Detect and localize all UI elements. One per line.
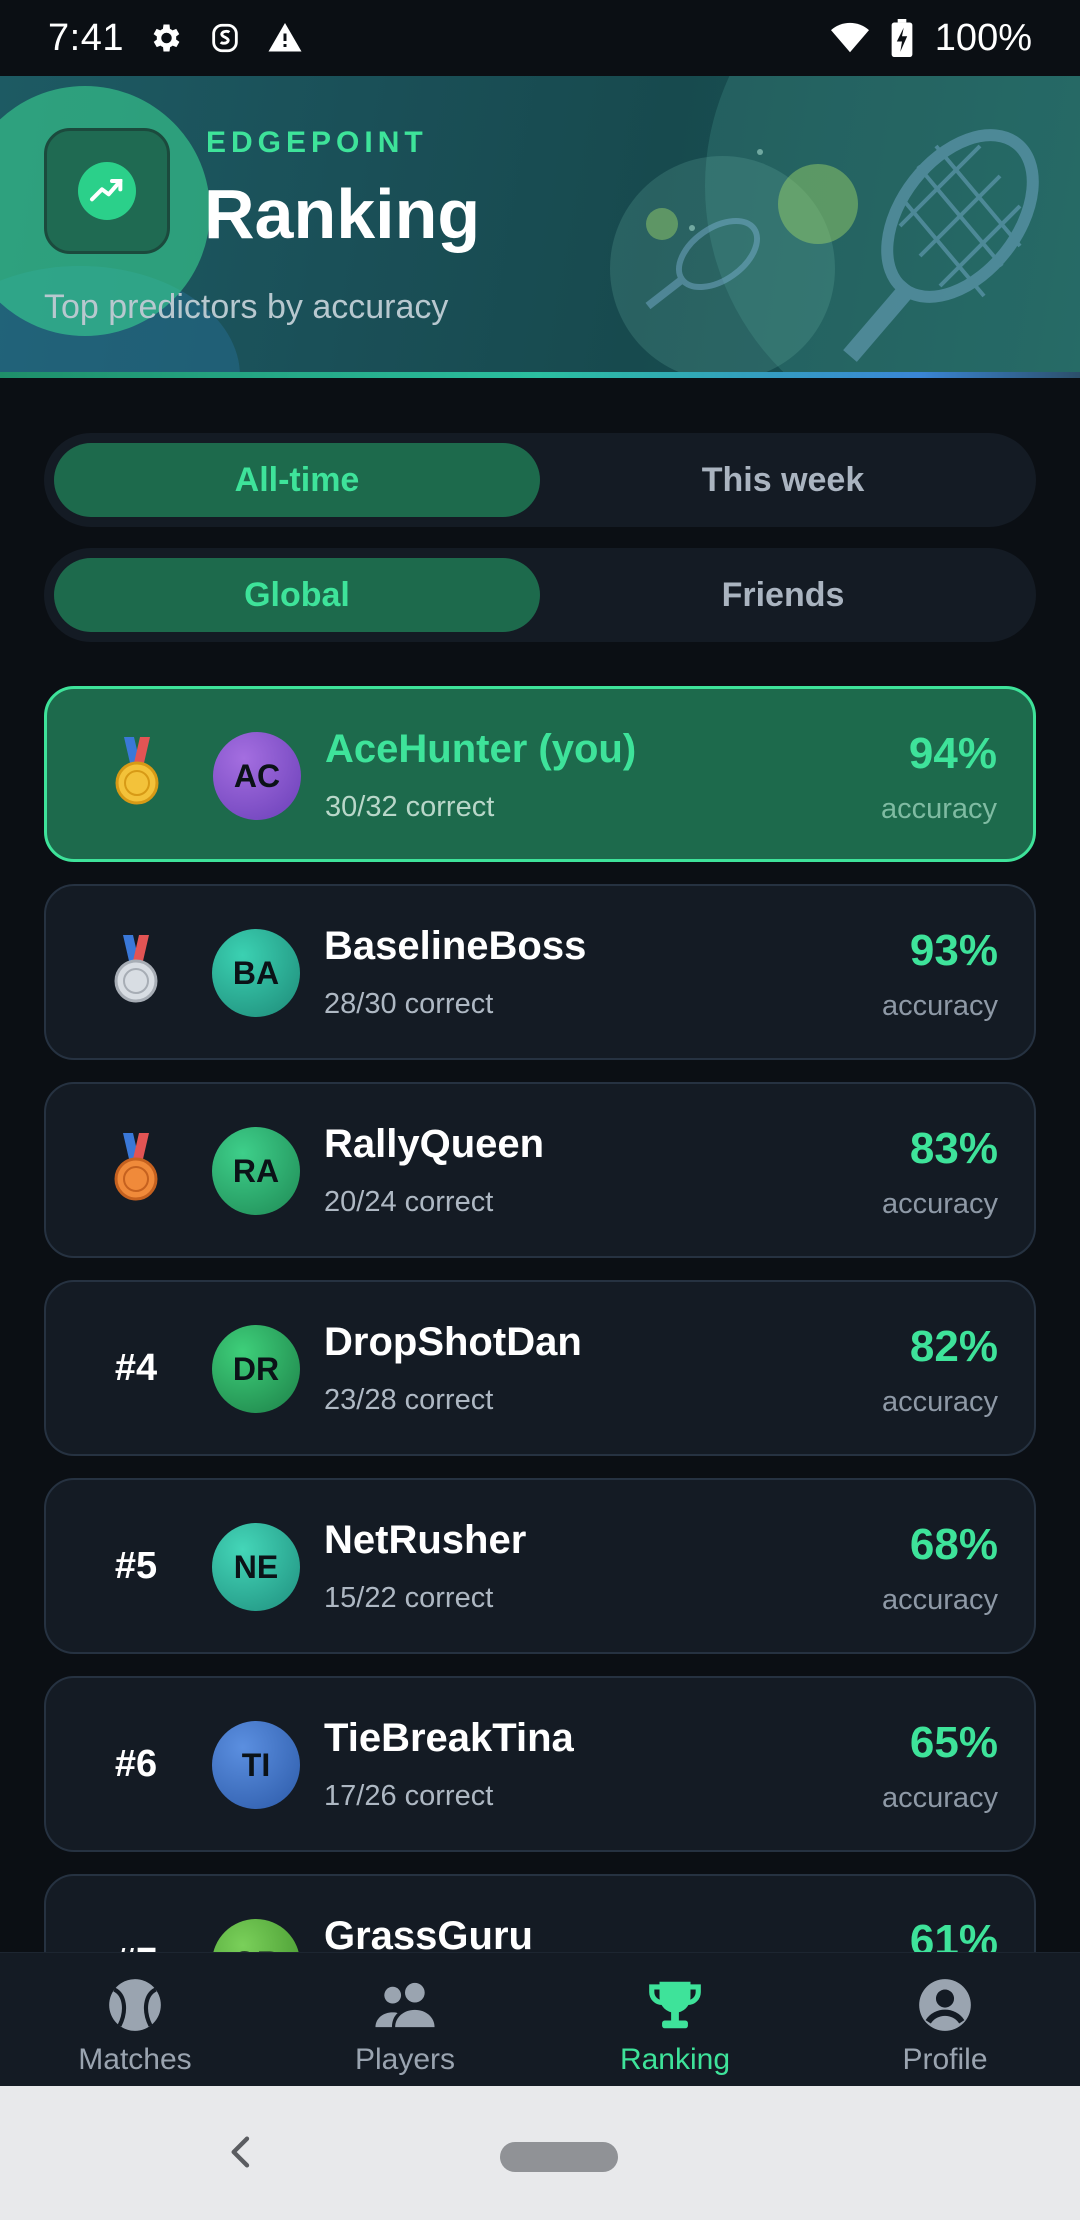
header-accent-line [0, 372, 1080, 378]
accuracy-value: 83% [909, 1124, 998, 1173]
gold-medal-icon [87, 689, 187, 859]
leaderboard-row[interactable]: BA BaselineBoss 28/30 correct 93% accuracy [44, 884, 1036, 1060]
toggle-all-time[interactable]: All-time [54, 443, 540, 517]
page-subtitle: Top predictors by accuracy [44, 288, 449, 326]
status-time: 7:41 [48, 16, 124, 59]
status-bar: 7:41 100% [0, 0, 1080, 76]
accuracy-label: accuracy [881, 1584, 998, 1616]
period-toggle: All-time This week [44, 433, 1036, 527]
correct-count: 28/30 correct [324, 988, 494, 1020]
brand-name: EDGEPOINT [206, 126, 428, 159]
account-circle-icon [913, 1973, 977, 2037]
page-title: Ranking [204, 175, 481, 253]
trend-chart-icon [78, 162, 136, 220]
nav-ranking[interactable]: Ranking [540, 1953, 810, 2086]
avatar: NE [212, 1523, 300, 1611]
avatar: DR [212, 1325, 300, 1413]
accuracy-label: accuracy [880, 793, 997, 825]
leaderboard-row[interactable]: RA RallyQueen 20/24 correct 83% accuracy [44, 1082, 1036, 1258]
player-name: AceHunter (you) [325, 727, 637, 771]
leaderboard-row[interactable]: AC AceHunter (you) 30/32 correct 94% accurac… [44, 686, 1036, 862]
header-banner: EDGEPOINT Ranking Top predictors by accu… [0, 76, 1080, 378]
battery-charging-icon [883, 19, 921, 57]
player-name: DropShotDan [324, 1320, 582, 1364]
accuracy-label: accuracy [881, 1386, 998, 1418]
leaderboard-row[interactable]: #4 DR DropShotDan 23/28 correct 82% accuracy [44, 1280, 1036, 1456]
correct-count: 30/32 correct [325, 791, 495, 823]
settings-gear-icon [146, 19, 184, 57]
accuracy-label: accuracy [881, 990, 998, 1022]
accuracy-value: 93% [909, 926, 998, 975]
player-name: RallyQueen [324, 1122, 545, 1166]
accuracy-value: 61% [909, 1916, 998, 1952]
toggle-global[interactable]: Global [54, 558, 540, 632]
rank-number: #6 [114, 1742, 158, 1785]
bottom-navigation: Matches Players Ranking Profile [0, 1952, 1080, 2086]
silver-medal-icon [86, 886, 186, 1058]
s-notification-icon [206, 19, 244, 57]
accuracy-value: 94% [908, 729, 997, 778]
nav-players[interactable]: Players [270, 1953, 540, 2086]
nav-label: Players [354, 2043, 456, 2076]
avatar: TI [212, 1721, 300, 1809]
leaderboard-list[interactable]: AC AceHunter (you) 30/32 correct 94% accurac… [0, 680, 1080, 1952]
home-pill[interactable] [500, 2142, 618, 2172]
nav-label: Matches [78, 2043, 192, 2076]
wifi-icon [830, 19, 869, 57]
nav-label: Profile [902, 2043, 988, 2076]
player-name: BaselineBoss [324, 924, 587, 968]
player-name: TieBreakTina [324, 1716, 574, 1760]
accuracy-value: 65% [909, 1718, 998, 1767]
nav-matches[interactable]: Matches [0, 1953, 270, 2086]
player-name: NetRusher [324, 1518, 527, 1562]
scope-toggle: Global Friends [44, 548, 1036, 642]
leaderboard-row[interactable]: #5 NE NetRusher 15/22 correct 68% accuracy [44, 1478, 1036, 1654]
leaderboard-row[interactable]: #6 TI TieBreakTina 17/26 correct 65% accuracy [44, 1676, 1036, 1852]
avatar: AC [213, 732, 301, 820]
rank-number: #5 [114, 1544, 158, 1587]
battery-percent: 100% [934, 16, 1032, 59]
people-icon [373, 1973, 437, 2037]
alert-icon [266, 19, 304, 57]
tennis-rackets-decoration [645, 129, 1039, 362]
rank-number: #7 [86, 1876, 186, 1953]
tennis-ball-icon [103, 1973, 167, 2037]
toggle-this-week[interactable]: This week [540, 443, 1026, 517]
avatar: RA [212, 1127, 300, 1215]
app-logo [44, 128, 170, 254]
avatar: BA [212, 929, 300, 1017]
back-chevron-icon[interactable] [222, 2132, 262, 2172]
correct-count: 20/24 correct [324, 1186, 494, 1218]
accuracy-value: 68% [909, 1520, 998, 1569]
accuracy-label: accuracy [881, 1782, 998, 1814]
correct-count: 23/28 correct [324, 1384, 494, 1416]
bronze-medal-icon [86, 1084, 186, 1256]
nav-profile[interactable]: Profile [810, 1953, 1080, 2086]
trophy-icon [643, 1973, 707, 2037]
rank-number: #4 [114, 1346, 158, 1389]
leaderboard-row[interactable]: #7 GR GrassGuru 61% [44, 1874, 1036, 1952]
correct-count: 15/22 correct [324, 1582, 494, 1614]
accuracy-label: accuracy [881, 1188, 998, 1220]
nav-label: Ranking [619, 2043, 731, 2076]
toggle-friends[interactable]: Friends [540, 558, 1026, 632]
accuracy-value: 82% [909, 1322, 998, 1371]
avatar: GR [212, 1919, 300, 1952]
correct-count: 17/26 correct [324, 1780, 494, 1812]
system-navigation-bar [0, 2086, 1080, 2220]
player-name: GrassGuru [324, 1914, 533, 1952]
